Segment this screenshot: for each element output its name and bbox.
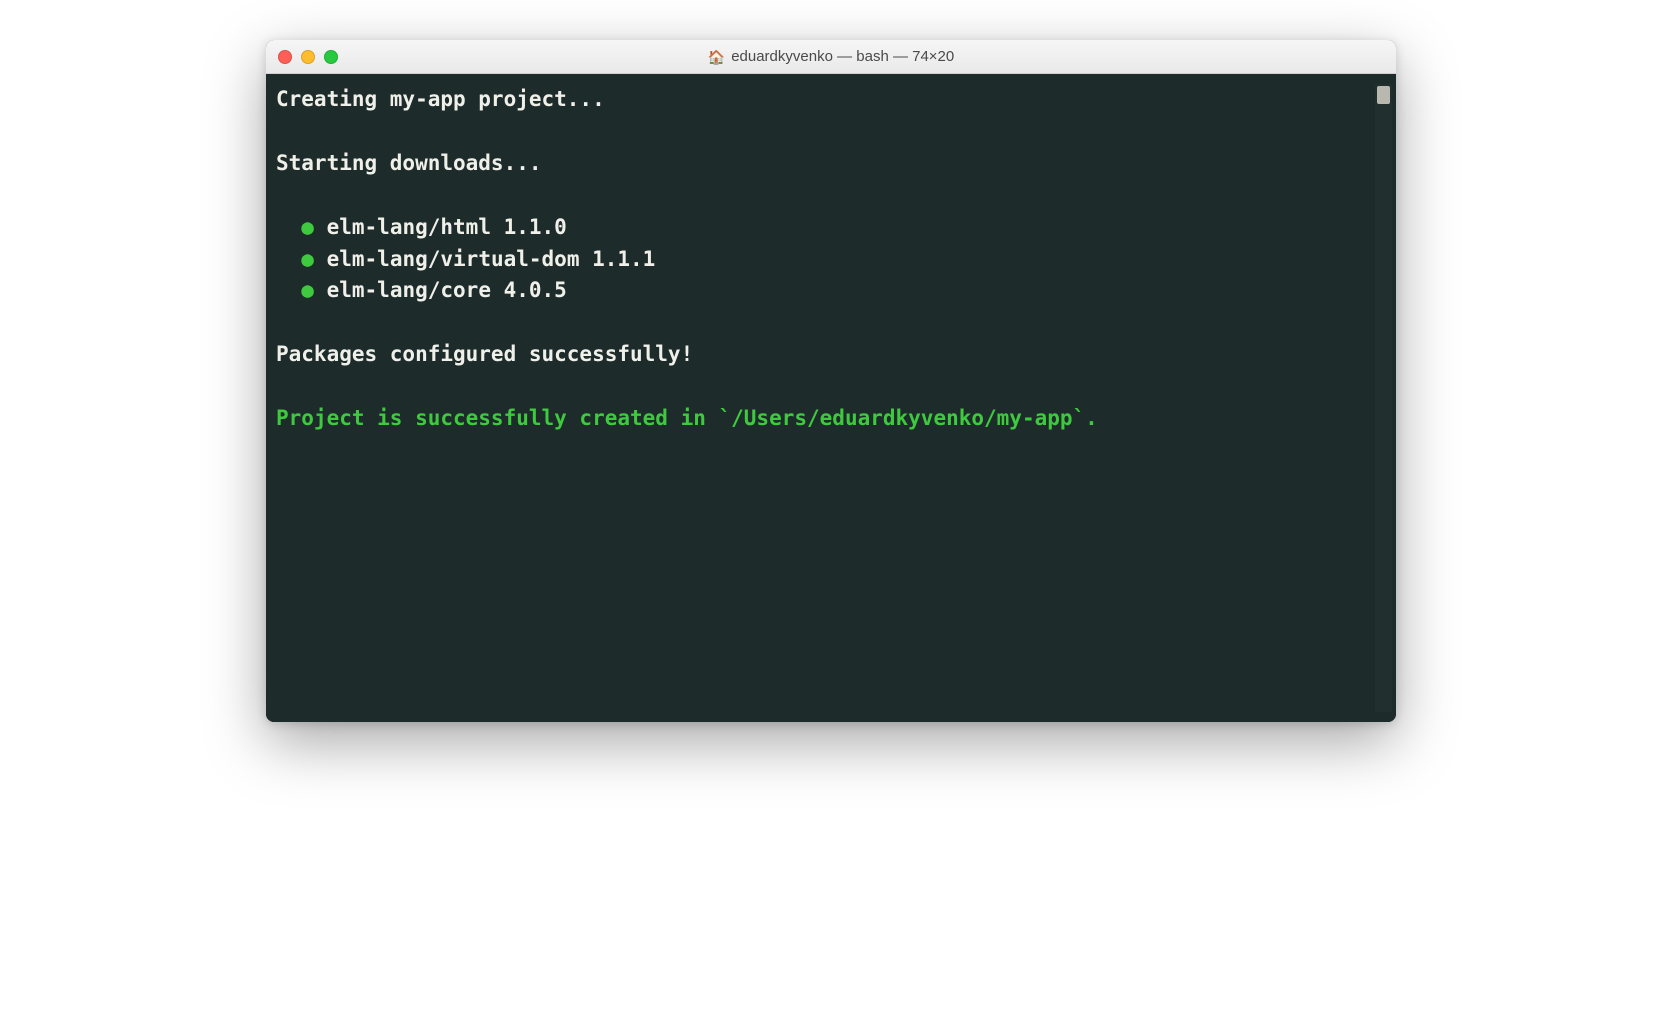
traffic-lights <box>278 50 338 64</box>
bullet-icon: ● <box>301 247 314 271</box>
maximize-button[interactable] <box>324 50 338 64</box>
package-line: ● elm-lang/html 1.1.0 <box>276 212 1371 244</box>
output-line <box>276 180 1371 212</box>
output-line: Packages configured successfully! <box>276 339 1371 371</box>
package-name: elm-lang/html 1.1.0 <box>327 215 567 239</box>
bullet-icon: ● <box>301 215 314 239</box>
close-button[interactable] <box>278 50 292 64</box>
output-line: Creating my-app project... <box>276 84 1371 116</box>
minimize-button[interactable] <box>301 50 315 64</box>
scrollbar-thumb[interactable] <box>1377 86 1390 104</box>
window-title-text: eduardkyvenko — bash — 74×20 <box>731 48 954 65</box>
window-title: 🏠 eduardkyvenko — bash — 74×20 <box>266 48 1396 65</box>
package-line: ● elm-lang/virtual-dom 1.1.1 <box>276 244 1371 276</box>
output-line <box>276 307 1371 339</box>
output-line: Starting downloads... <box>276 148 1371 180</box>
output-line <box>276 371 1371 403</box>
bullet-icon: ● <box>301 278 314 302</box>
scrollbar[interactable] <box>1375 84 1392 712</box>
home-icon: 🏠 <box>708 50 725 64</box>
terminal-window: 🏠 eduardkyvenko — bash — 74×20 Creating … <box>266 40 1396 722</box>
terminal-content[interactable]: Creating my-app project... Starting down… <box>276 84 1371 712</box>
success-line: Project is successfully created in `/Use… <box>276 403 1371 435</box>
output-line <box>276 116 1371 148</box>
package-name: elm-lang/core 4.0.5 <box>327 278 567 302</box>
package-name: elm-lang/virtual-dom 1.1.1 <box>327 247 656 271</box>
title-bar[interactable]: 🏠 eduardkyvenko — bash — 74×20 <box>266 40 1396 74</box>
package-line: ● elm-lang/core 4.0.5 <box>276 275 1371 307</box>
terminal-body[interactable]: Creating my-app project... Starting down… <box>266 74 1396 722</box>
